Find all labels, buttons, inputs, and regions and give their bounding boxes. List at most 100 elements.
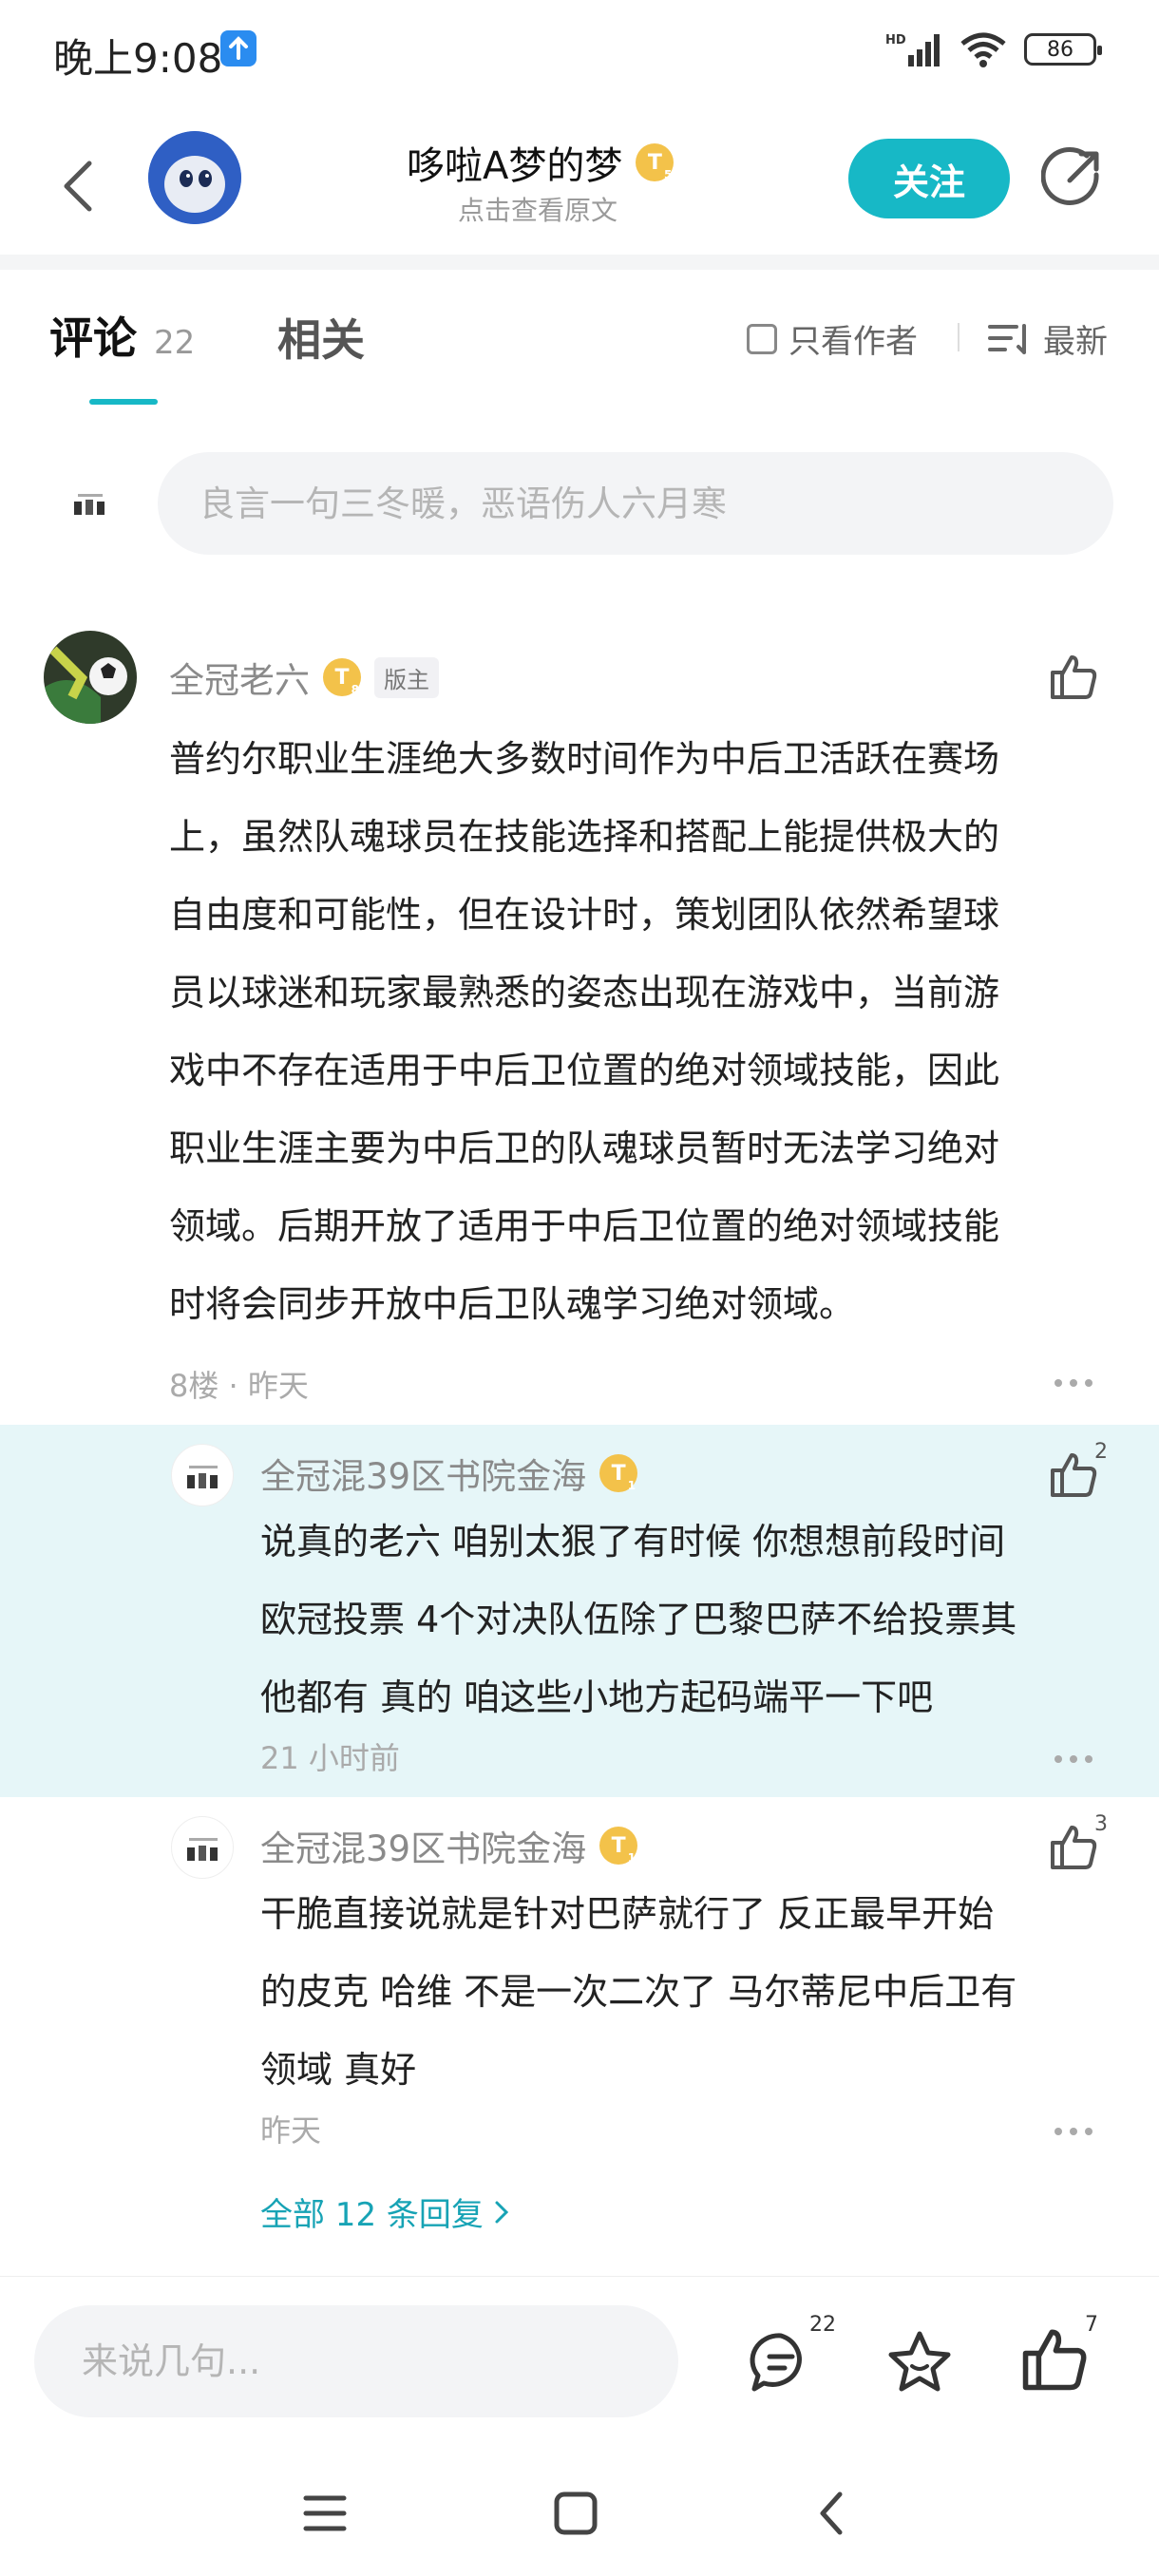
author-level-badge: T5 bbox=[636, 143, 674, 181]
reply-line: 他都有 真的 咱这些小地方起码端平一下吧 bbox=[260, 1676, 934, 1718]
back-arrow-icon bbox=[820, 2491, 843, 2535]
battery-indicator: 86 bbox=[1024, 33, 1102, 66]
status-indicators: HD 86 bbox=[885, 27, 1102, 72]
star-icon bbox=[888, 2331, 951, 2392]
commenter-name[interactable]: 全冠老六 bbox=[169, 652, 310, 703]
bottom-comment-input[interactable] bbox=[34, 2305, 678, 2417]
share-icon bbox=[1040, 147, 1099, 205]
comment-more-button[interactable] bbox=[1054, 1379, 1092, 1389]
thumbs-up-icon bbox=[1022, 2329, 1087, 2391]
reply-like-button[interactable] bbox=[1049, 1449, 1098, 1499]
favorite-button[interactable] bbox=[885, 2328, 954, 2396]
reply-more-button[interactable] bbox=[1054, 2128, 1092, 2137]
chevron-left-icon bbox=[64, 161, 92, 212]
author-avatar[interactable] bbox=[148, 131, 241, 224]
reply-body: 说真的老六 咱别太狠了有时候 你想想前段时间 欧冠投票 4个对决队伍除了巴黎巴萨… bbox=[260, 1503, 1115, 1736]
reply-line: 干脆直接说就是针对巴萨就行了 反正最早开始 bbox=[260, 1893, 995, 1935]
comment-line: 上，虽然队魂球员在技能选择和搭配上能提供极大的 bbox=[169, 816, 1000, 858]
sort-icon bbox=[988, 323, 1026, 354]
reply-header: 全冠混39区书院金海 T1 bbox=[260, 1448, 638, 1499]
comment-line: 员以球迷和玩家最熟悉的姿态出现在游戏中，当前游 bbox=[169, 972, 1000, 1013]
post-header: 哆啦A梦的梦 T5 点击查看原文 关注 bbox=[0, 104, 1159, 256]
comment-line: 领域。后期开放了适用于中后卫位置的绝对领域技能 bbox=[169, 1205, 1000, 1247]
reply-time: 21 小时前 bbox=[260, 1740, 400, 1776]
status-time: 晚上9:08 bbox=[53, 35, 223, 82]
thumbs-up-icon bbox=[1051, 655, 1097, 699]
tab-comments-label: 评论 bbox=[49, 313, 137, 364]
sort-label: 最新 bbox=[1043, 323, 1108, 361]
author-name-row[interactable]: 哆啦A梦的梦 T5 bbox=[407, 137, 674, 188]
back-button[interactable] bbox=[51, 152, 108, 218]
section-divider bbox=[0, 255, 1159, 270]
thumbs-up-icon bbox=[1051, 1453, 1097, 1497]
comment-input[interactable] bbox=[158, 452, 1113, 555]
tab-comments[interactable]: 评论 22 bbox=[49, 304, 195, 367]
reply-more-button[interactable] bbox=[1054, 1755, 1092, 1765]
reply-item: 全冠混39区书院金海 T1 3 干脆直接说就是针对巴萨就行了 反正最早开始 的皮… bbox=[0, 1797, 1159, 2177]
reply-avatar[interactable] bbox=[171, 1816, 234, 1879]
view-all-replies-label: 全部 12 条回复 bbox=[260, 2196, 484, 2234]
checkbox-icon bbox=[747, 323, 777, 354]
comment-line: 时将会同步开放中后卫队魂学习绝对领域。 bbox=[169, 1283, 856, 1325]
comments-button[interactable] bbox=[747, 2328, 815, 2396]
signal-icon: HD bbox=[885, 33, 940, 66]
reply-line: 说真的老六 咱别太狠了有时候 你想想前段时间 bbox=[260, 1521, 1006, 1563]
thumbs-up-icon bbox=[1051, 1826, 1097, 1869]
reply-line: 的皮克 哈维 不是一次二次了 马尔蒂尼中后卫有 bbox=[260, 1971, 1017, 2013]
reply-like-button[interactable] bbox=[1049, 1822, 1098, 1871]
active-tab-indicator bbox=[89, 399, 158, 405]
follow-button[interactable]: 关注 bbox=[848, 139, 1010, 218]
reply-user-name[interactable]: 全冠混39区书院金海 bbox=[260, 1448, 586, 1499]
reply-user-name[interactable]: 全冠混39区书院金海 bbox=[260, 1820, 586, 1871]
author-only-toggle[interactable]: 只看作者 bbox=[747, 315, 918, 362]
bottom-action-bar: 22 7 bbox=[0, 2276, 1159, 2447]
reply-line: 领域 真好 bbox=[260, 2049, 417, 2091]
reply-body: 干脆直接说就是针对巴萨就行了 反正最早开始 的皮克 哈维 不是一次二次了 马尔蒂… bbox=[260, 1875, 1115, 2109]
comment-header: 全冠老六 T8 版主 bbox=[169, 652, 439, 703]
moderator-badge: 版主 bbox=[374, 656, 439, 698]
comment-line: 自由度和可能性，但在设计时，策划团队依然希望球 bbox=[169, 894, 1000, 936]
reply-avatar[interactable] bbox=[171, 1444, 234, 1506]
view-all-replies-link[interactable]: 全部 12 条回复 bbox=[260, 2188, 510, 2235]
status-bar: 晚上9:08 HD 86 bbox=[0, 0, 1159, 100]
level-badge: T1 bbox=[599, 1827, 638, 1865]
commenter-avatar[interactable] bbox=[44, 631, 137, 724]
chevron-right-icon bbox=[495, 2201, 509, 2223]
reply-time: 昨天 bbox=[260, 2112, 322, 2149]
reply-like-count: 3 bbox=[1094, 1812, 1108, 1836]
author-name[interactable]: 哆啦A梦的梦 bbox=[407, 135, 622, 190]
my-avatar bbox=[68, 481, 114, 526]
tab-comments-count: 22 bbox=[154, 324, 196, 362]
reply-header: 全冠混39区书院金海 T1 bbox=[260, 1820, 638, 1871]
tab-related[interactable]: 相关 bbox=[277, 306, 365, 369]
comment-line: 戏中不存在适用于中后卫位置的绝对领域技能，因此 bbox=[169, 1050, 1000, 1091]
comments-count: 22 bbox=[809, 2313, 836, 2337]
level-badge: T1 bbox=[599, 1454, 638, 1492]
comment-meta: 8楼 · 昨天 bbox=[169, 1368, 309, 1404]
menu-nav-button[interactable] bbox=[296, 2485, 353, 2542]
comment-body: 普约尔职业生涯绝大多数时间作为中后卫活跃在赛场 上，虽然队魂球员在技能选择和搭配… bbox=[169, 720, 1110, 1343]
reply-item: 全冠混39区书院金海 T1 2 说真的老六 咱别太狠了有时候 你想想前段时间 欧… bbox=[0, 1425, 1159, 1797]
view-original-link[interactable]: 点击查看原文 bbox=[458, 190, 618, 228]
svg-text:HD: HD bbox=[885, 33, 906, 47]
upload-notification-icon bbox=[220, 30, 256, 66]
reply-like-count: 2 bbox=[1094, 1440, 1108, 1464]
comment-line: 普约尔职业生涯绝大多数时间作为中后卫活跃在赛场 bbox=[169, 738, 1000, 780]
home-square-icon bbox=[554, 2491, 598, 2535]
comment-tabs: 评论 22 相关 只看作者 最新 bbox=[0, 285, 1159, 408]
home-nav-button[interactable] bbox=[547, 2485, 604, 2542]
level-badge: T8 bbox=[323, 658, 361, 696]
like-button[interactable] bbox=[1020, 2324, 1089, 2393]
divider bbox=[958, 323, 960, 351]
wifi-icon bbox=[960, 32, 1006, 67]
share-button[interactable] bbox=[1040, 146, 1104, 209]
menu-icon bbox=[303, 2495, 347, 2531]
comment-line: 职业生涯主要为中后卫的队魂球员暂时无法学习绝对 bbox=[169, 1127, 1000, 1169]
author-only-label: 只看作者 bbox=[788, 323, 918, 361]
like-count: 7 bbox=[1085, 2313, 1098, 2337]
comment-like-button[interactable] bbox=[1049, 652, 1098, 701]
comment-bubble-icon bbox=[750, 2333, 802, 2392]
back-nav-button[interactable] bbox=[804, 2485, 861, 2542]
sort-button[interactable]: 最新 bbox=[988, 315, 1108, 362]
system-navigation-bar bbox=[0, 2451, 1159, 2576]
